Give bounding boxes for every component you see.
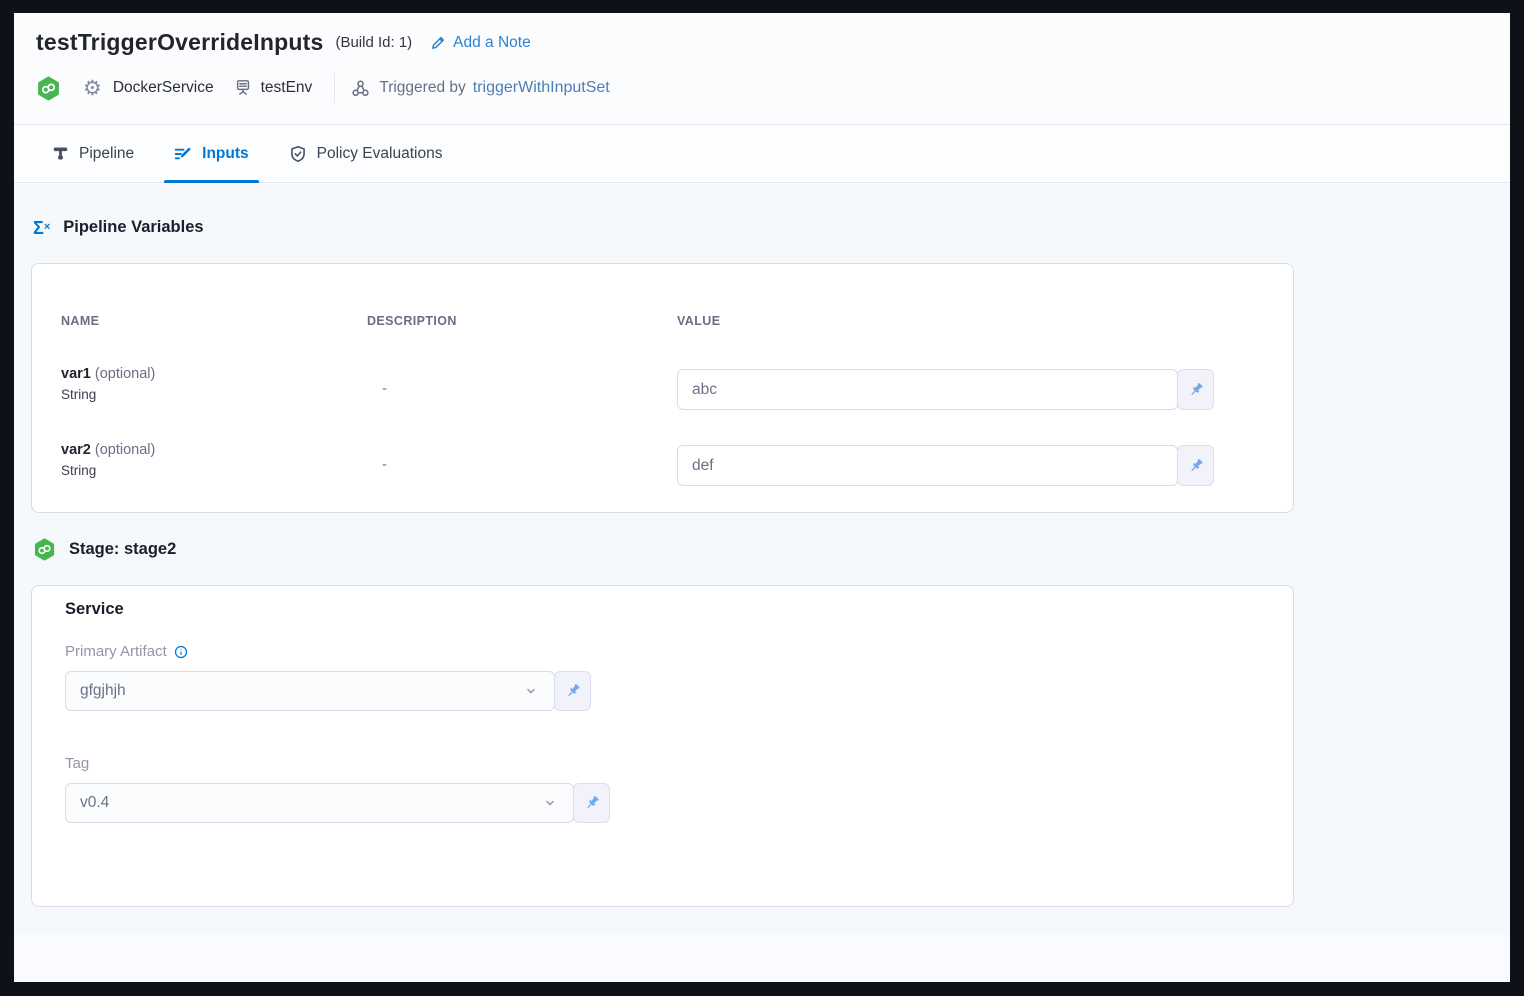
variable-type: String xyxy=(61,463,155,478)
inputs-tab-content: Σ× Pipeline Variables NAME DESCRIPTION V… xyxy=(14,184,1510,934)
pipeline-variables-card: NAME DESCRIPTION VALUE var1 (optional) S… xyxy=(31,263,1294,513)
header-title-row: testTriggerOverrideInputs (Build Id: 1) … xyxy=(36,29,531,56)
pipeline-icon xyxy=(52,145,69,162)
tag-label: Tag xyxy=(65,755,89,772)
trigger-link[interactable]: triggerWithInputSet xyxy=(473,79,610,97)
triggered-by-label: Triggered by xyxy=(379,79,465,97)
tag-value: v0.4 xyxy=(80,794,109,812)
build-id: (Build Id: 1) xyxy=(335,34,412,51)
pin-icon xyxy=(1188,382,1204,398)
primary-artifact-label-text: Primary Artifact xyxy=(65,643,167,660)
pipeline-variables-title: Pipeline Variables xyxy=(63,218,203,237)
var2-pin-button[interactable] xyxy=(1177,445,1214,486)
environment-icon xyxy=(234,79,252,97)
pin-icon xyxy=(584,795,600,811)
info-icon[interactable] xyxy=(174,645,188,659)
tab-policy-evaluations[interactable]: Policy Evaluations xyxy=(285,125,447,182)
stage-title: Stage: stage2 xyxy=(69,540,176,559)
column-header-name: NAME xyxy=(61,314,99,328)
inputs-icon xyxy=(174,145,192,163)
add-note-label: Add a Note xyxy=(453,34,531,52)
pin-icon xyxy=(565,683,581,699)
tag-pin-button[interactable] xyxy=(573,783,610,823)
tab-inputs[interactable]: Inputs xyxy=(170,125,253,182)
tab-pipeline-label: Pipeline xyxy=(79,145,134,163)
variable-name: var2 xyxy=(61,442,91,458)
variable-row-var1: var1 (optional) String xyxy=(61,366,155,402)
primary-artifact-value: gfgjhjh xyxy=(80,682,126,700)
header-divider xyxy=(334,73,335,103)
header-meta-row: ⚙ DockerService testEnv Triggered by tri… xyxy=(36,73,610,103)
variable-type: String xyxy=(61,387,155,402)
service-name: DockerService xyxy=(113,79,214,97)
primary-artifact-select[interactable]: gfgjhjh xyxy=(65,671,555,711)
footer-strip xyxy=(14,934,1510,982)
var1-pin-button[interactable] xyxy=(1177,369,1214,410)
variable-row-var2: var2 (optional) String xyxy=(61,442,155,478)
harness-cd-icon xyxy=(36,76,61,101)
stage-heading: Stage: stage2 xyxy=(33,538,176,561)
column-header-description: DESCRIPTION xyxy=(367,314,457,328)
variable-description: - xyxy=(382,380,387,397)
variable-optional-badge: (optional) xyxy=(95,442,155,458)
variable-description: - xyxy=(382,456,387,473)
pencil-icon xyxy=(430,35,446,51)
variable-value-group xyxy=(677,369,1214,410)
tab-inputs-label: Inputs xyxy=(202,145,249,163)
shield-check-icon xyxy=(289,145,307,163)
tab-bar: Pipeline Inputs Policy Evaluations xyxy=(14,125,1510,183)
var2-value-input[interactable] xyxy=(677,445,1178,486)
service-section-title: Service xyxy=(65,600,124,619)
tag-field-group: v0.4 xyxy=(65,783,610,823)
service-card: Service Primary Artifact gfgjhjh xyxy=(31,585,1294,907)
tab-pipeline[interactable]: Pipeline xyxy=(48,125,138,182)
variable-name: var1 xyxy=(61,366,91,382)
trigger-icon xyxy=(351,79,370,98)
tag-select[interactable]: v0.4 xyxy=(65,783,574,823)
column-header-value: VALUE xyxy=(677,314,720,328)
tag-label-text: Tag xyxy=(65,755,89,772)
primary-artifact-pin-button[interactable] xyxy=(554,671,591,711)
stage-cd-icon xyxy=(33,538,56,561)
gear-icon: ⚙ xyxy=(83,78,102,99)
primary-artifact-label: Primary Artifact xyxy=(65,643,188,660)
chevron-down-icon xyxy=(543,796,557,810)
app-window: testTriggerOverrideInputs (Build Id: 1) … xyxy=(14,13,1510,982)
page-title: testTriggerOverrideInputs xyxy=(36,29,323,56)
chevron-down-icon xyxy=(524,684,538,698)
variable-optional-badge: (optional) xyxy=(95,366,155,382)
pipeline-variables-heading: Σ× Pipeline Variables xyxy=(33,218,204,237)
add-note-button[interactable]: Add a Note xyxy=(430,34,531,52)
var1-value-input[interactable] xyxy=(677,369,1178,410)
environment-name: testEnv xyxy=(261,79,313,97)
header: testTriggerOverrideInputs (Build Id: 1) … xyxy=(14,13,1510,125)
primary-artifact-field-group: gfgjhjh xyxy=(65,671,591,711)
variables-sigma-icon: Σ× xyxy=(33,219,50,237)
tab-policy-evaluations-label: Policy Evaluations xyxy=(317,145,443,163)
pin-icon xyxy=(1188,458,1204,474)
variable-value-group xyxy=(677,445,1214,486)
